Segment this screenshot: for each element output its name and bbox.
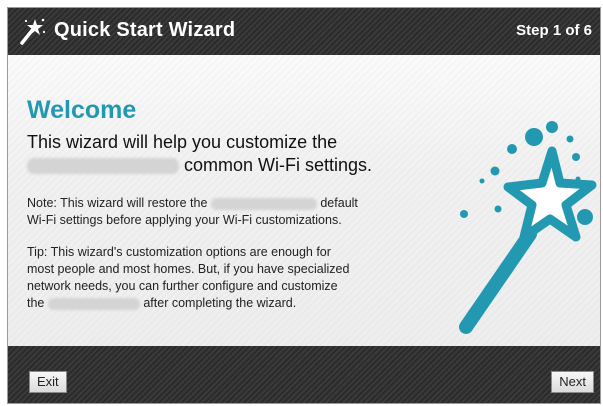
magic-wand-illustration bbox=[459, 121, 597, 334]
tip-line-1: Tip: This wizard's customization options… bbox=[27, 245, 331, 259]
intro-line-2-text: common Wi-Fi settings. bbox=[184, 155, 373, 175]
note-text: Note: This wizard will restore the defau… bbox=[27, 195, 422, 229]
tip-text: Tip: This wizard's customization options… bbox=[27, 244, 422, 312]
tip-line-2: most people and most homes. But, if you … bbox=[27, 262, 350, 276]
tip-prefix: the bbox=[27, 296, 45, 310]
intro-line-2: common Wi-Fi settings. bbox=[27, 154, 447, 177]
intro-line-1: This wizard will help you customize the bbox=[27, 132, 338, 152]
note-line-2: Wi-Fi settings before applying your Wi-F… bbox=[27, 213, 342, 227]
magic-wand-icon bbox=[20, 18, 46, 45]
quick-start-wizard: Quick Start Wizard Step 1 of 6 Welcome T… bbox=[7, 7, 601, 404]
redacted-device-name bbox=[27, 158, 179, 175]
redacted-device-name bbox=[210, 197, 317, 210]
tip-line-4: the after completing the wizard. bbox=[27, 295, 422, 312]
title-bar: Quick Start Wizard Step 1 of 6 bbox=[8, 8, 600, 55]
tip-line-3: network needs, you can further configure… bbox=[27, 279, 338, 293]
page-title: Welcome bbox=[27, 96, 137, 124]
wizard-title: Quick Start Wizard bbox=[54, 19, 236, 41]
redacted-device-name bbox=[47, 297, 140, 310]
exit-button[interactable]: Exit bbox=[29, 371, 67, 393]
wizard-body: Welcome This wizard will help you custom… bbox=[8, 55, 600, 346]
note-prefix: Note: This wizard will restore the bbox=[27, 196, 208, 210]
intro-text: This wizard will help you customize the … bbox=[27, 131, 447, 177]
note-line-1: Note: This wizard will restore the defau… bbox=[27, 195, 422, 212]
step-indicator: Step 1 of 6 bbox=[516, 22, 592, 39]
note-suffix: default bbox=[320, 196, 358, 210]
next-button[interactable]: Next bbox=[551, 371, 594, 393]
tip-suffix: after completing the wizard. bbox=[143, 296, 297, 310]
wizard-footer: Exit Next bbox=[8, 346, 600, 403]
